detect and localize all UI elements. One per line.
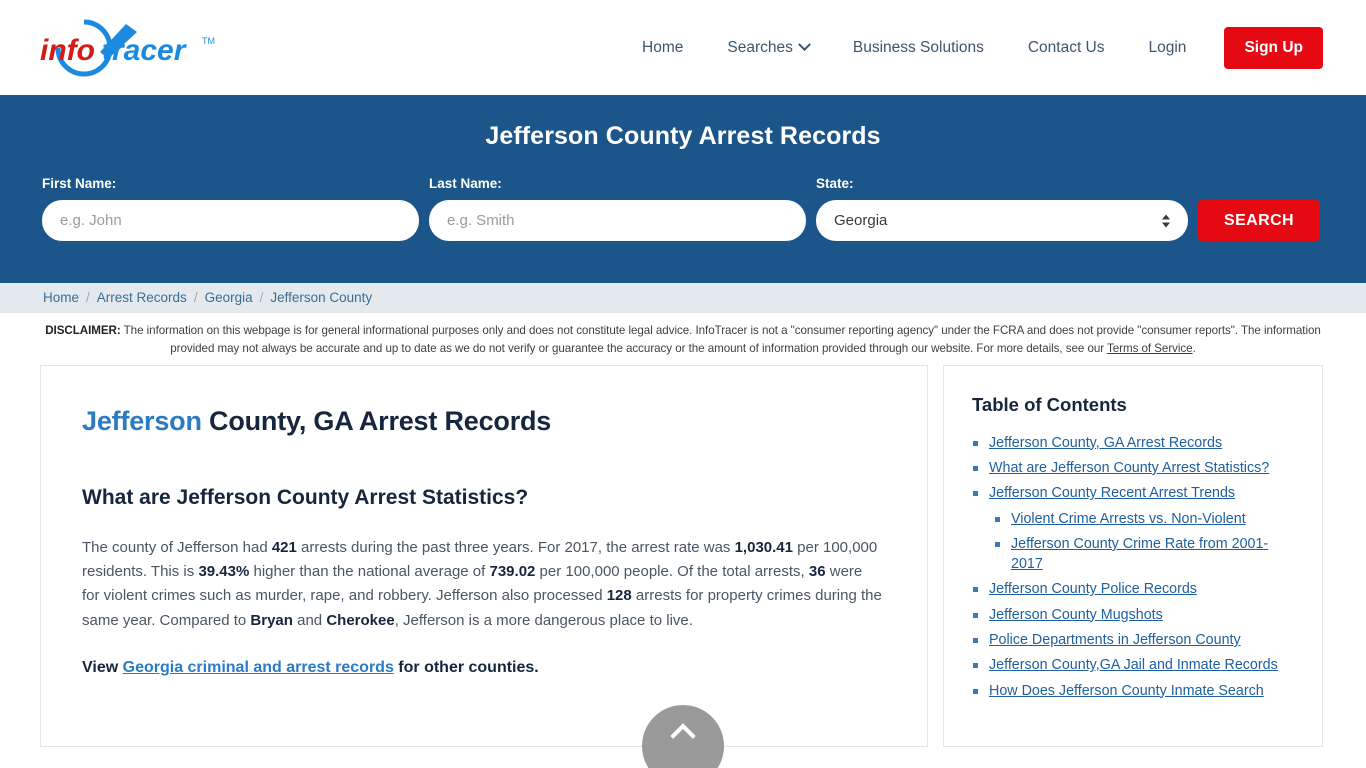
toc-sublink[interactable]: Jefferson County Crime Rate from 2001-20… bbox=[1011, 534, 1298, 575]
site-header: info tracer TM Home Searches Business So… bbox=[0, 0, 1366, 95]
breadcrumb-item-arrest-records[interactable]: Arrest Records bbox=[97, 290, 187, 305]
nav-item-home[interactable]: Home bbox=[620, 39, 705, 57]
nav-label-home: Home bbox=[642, 38, 684, 56]
state-select[interactable]: Georgia bbox=[816, 200, 1188, 241]
breadcrumb-separator: / bbox=[259, 290, 264, 305]
stat-pct-higher: 39.43% bbox=[198, 562, 250, 580]
list-item: Jefferson County Mugshots bbox=[972, 605, 1298, 625]
svg-text:TM: TM bbox=[202, 36, 215, 46]
toc-sublink[interactable]: Violent Crime Arrests vs. Non-Violent bbox=[1011, 509, 1246, 529]
para-text: arrests during the past three years. For… bbox=[296, 538, 735, 556]
search-form: First Name: Last Name: State: Georgia SE… bbox=[42, 176, 1324, 241]
breadcrumb: Home / Arrest Records / Georgia / Jeffer… bbox=[0, 283, 1366, 313]
section-heading-statistics: What are Jefferson County Arrest Statist… bbox=[82, 485, 529, 509]
list-item: Jefferson County Recent Arrest Trends Vi… bbox=[972, 483, 1298, 574]
nav-item-contact-us[interactable]: Contact Us bbox=[1006, 39, 1127, 57]
page-title: Jefferson County Arrest Records bbox=[485, 122, 881, 150]
georgia-records-link[interactable]: Georgia criminal and arrest records bbox=[123, 659, 394, 676]
stat-property-arrests: 128 bbox=[606, 587, 632, 605]
disclaimer-label: DISCLAIMER: bbox=[45, 324, 121, 337]
para-text: and bbox=[292, 611, 327, 629]
toc-link[interactable]: How Does Jefferson County Inmate Search bbox=[989, 681, 1264, 701]
toc-link[interactable]: Jefferson County Mugshots bbox=[989, 605, 1163, 625]
list-item: Violent Crime Arrests vs. Non-Violent bbox=[989, 509, 1298, 529]
last-name-label: Last Name: bbox=[429, 176, 502, 191]
disclaimer-suffix: . bbox=[1192, 342, 1196, 356]
article-title: Jefferson County, GA Arrest Records bbox=[82, 406, 883, 437]
nav-item-searches[interactable]: Searches bbox=[705, 38, 830, 57]
svg-text:tracer: tracer bbox=[102, 34, 188, 67]
chevron-up-icon bbox=[670, 722, 696, 749]
sign-up-button[interactable]: Sign Up bbox=[1224, 26, 1323, 69]
state-label: State: bbox=[816, 176, 854, 191]
svg-text:info: info bbox=[40, 34, 95, 67]
nav-item-login[interactable]: Login bbox=[1127, 39, 1209, 57]
nav-label-searches: Searches bbox=[727, 38, 793, 56]
nav-label-business-solutions: Business Solutions bbox=[852, 38, 984, 56]
last-name-field-group: Last Name: bbox=[429, 176, 806, 241]
view-other-counties-line: View Georgia criminal and arrest records… bbox=[82, 659, 883, 677]
stat-violent-arrests: 36 bbox=[808, 562, 826, 580]
last-name-input[interactable] bbox=[429, 200, 806, 241]
para-text: per 100,000 people. Of the total arrests… bbox=[535, 562, 809, 580]
list-item: Police Departments in Jefferson County bbox=[972, 630, 1298, 650]
main-layout: Jefferson County, GA Arrest Records What… bbox=[0, 364, 1366, 768]
compare-county-a: Bryan bbox=[250, 611, 293, 629]
first-name-label: First Name: bbox=[42, 176, 117, 191]
terms-of-service-link[interactable]: Terms of Service bbox=[1107, 342, 1193, 355]
breadcrumb-separator: / bbox=[193, 290, 198, 305]
breadcrumb-item-georgia[interactable]: Georgia bbox=[205, 290, 253, 305]
stat-national-average: 739.02 bbox=[489, 562, 536, 580]
para-text: higher than the national average of bbox=[249, 562, 490, 580]
chevron-down-icon bbox=[797, 38, 811, 52]
table-of-contents: Table of Contents Jefferson County, GA A… bbox=[943, 364, 1323, 747]
article-title-highlight: Jefferson bbox=[82, 405, 202, 436]
para-text: The county of Jefferson had bbox=[82, 538, 272, 556]
view-suffix: for other counties. bbox=[393, 658, 539, 676]
toc-title: Table of Contents bbox=[972, 393, 1127, 415]
toc-sublist: Violent Crime Arrests vs. Non-Violent Je… bbox=[989, 509, 1298, 575]
nav-label-contact-us: Contact Us bbox=[1027, 38, 1105, 56]
stat-arrests-total: 421 bbox=[271, 538, 297, 556]
toc-link[interactable]: Jefferson County, GA Arrest Records bbox=[989, 433, 1222, 453]
list-item: Jefferson County Police Records bbox=[972, 579, 1298, 599]
search-button[interactable]: SEARCH bbox=[1198, 200, 1320, 241]
nav-label-login: Login bbox=[1148, 38, 1187, 56]
list-item: Jefferson County, GA Arrest Records bbox=[972, 433, 1298, 453]
article-title-rest: County, GA Arrest Records bbox=[201, 405, 552, 436]
para-text: , Jefferson is a more dangerous place to… bbox=[394, 611, 693, 629]
logo-graphic: info tracer TM bbox=[40, 19, 215, 76]
list-item: Jefferson County Crime Rate from 2001-20… bbox=[989, 534, 1298, 575]
infotracer-logo[interactable]: info tracer TM bbox=[40, 18, 240, 78]
list-item: Jefferson County,GA Jail and Inmate Reco… bbox=[972, 655, 1298, 675]
state-select-wrapper: Georgia bbox=[816, 200, 1188, 241]
search-banner: Jefferson County Arrest Records First Na… bbox=[0, 95, 1366, 283]
toc-link[interactable]: Jefferson County Recent Arrest Trends bbox=[989, 483, 1235, 503]
first-name-field-group: First Name: bbox=[42, 176, 419, 241]
toc-link[interactable]: Jefferson County Police Records bbox=[989, 579, 1197, 599]
main-navigation: Home Searches Business Solutions Contact… bbox=[620, 26, 1323, 69]
article-content: Jefferson County, GA Arrest Records What… bbox=[40, 364, 928, 747]
compare-county-b: Cherokee bbox=[326, 611, 395, 629]
state-field-group: State: Georgia bbox=[816, 176, 1188, 241]
list-item: What are Jefferson County Arrest Statist… bbox=[972, 458, 1298, 478]
nav-item-business-solutions[interactable]: Business Solutions bbox=[831, 39, 1006, 57]
toc-list: Jefferson County, GA Arrest Records What… bbox=[972, 433, 1298, 701]
disclaimer: DISCLAIMER: The information on this webp… bbox=[0, 313, 1366, 365]
toc-link[interactable]: What are Jefferson County Arrest Statist… bbox=[989, 458, 1269, 478]
toc-link[interactable]: Police Departments in Jefferson County bbox=[989, 630, 1241, 650]
list-item: How Does Jefferson County Inmate Search bbox=[972, 681, 1298, 701]
stat-arrest-rate: 1,030.41 bbox=[734, 538, 793, 556]
breadcrumb-separator: / bbox=[86, 290, 90, 305]
breadcrumb-item-home[interactable]: Home bbox=[43, 290, 79, 305]
first-name-input[interactable] bbox=[42, 200, 419, 241]
toc-link[interactable]: Jefferson County,GA Jail and Inmate Reco… bbox=[989, 655, 1278, 675]
statistics-paragraph: The county of Jefferson had 421 arrests … bbox=[82, 536, 883, 633]
breadcrumb-item-jefferson-county[interactable]: Jefferson County bbox=[270, 290, 372, 305]
view-prefix: View bbox=[82, 658, 123, 676]
